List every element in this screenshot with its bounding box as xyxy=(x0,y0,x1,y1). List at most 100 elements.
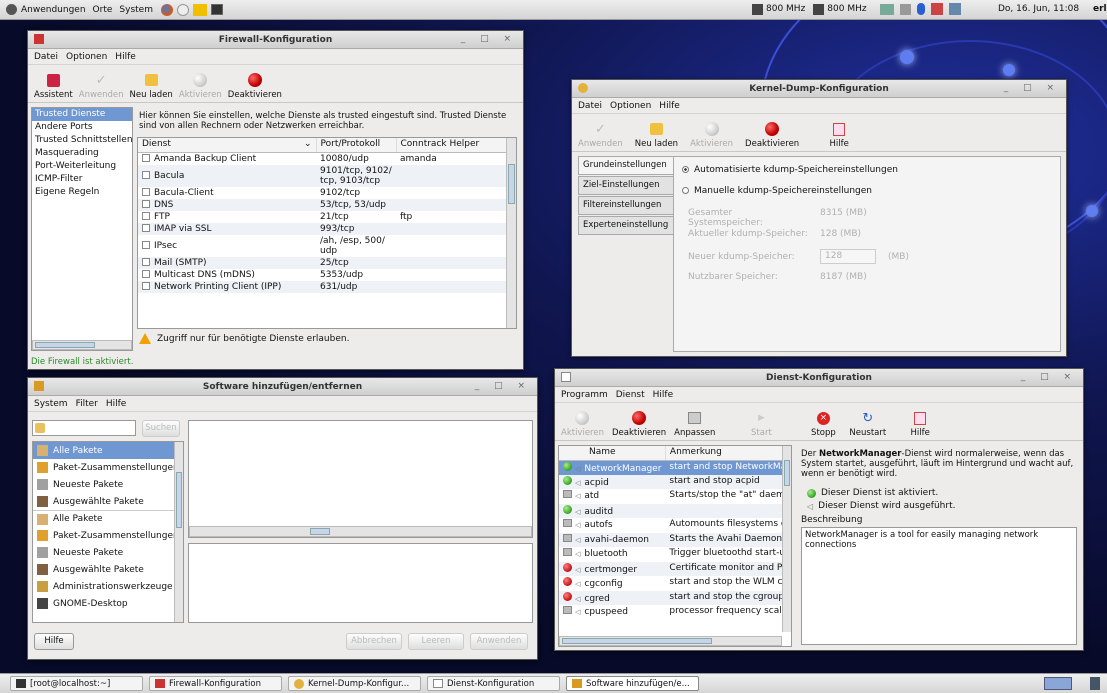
package-group-item[interactable]: Ausgewählte Pakete xyxy=(33,561,183,578)
service-name-cell[interactable]: Bacula-Client xyxy=(138,187,316,199)
editor-icon[interactable] xyxy=(192,3,207,16)
apply-button[interactable]: ✓ Anwenden xyxy=(79,72,124,101)
package-group-item[interactable]: Ausgewählte Pakete xyxy=(33,493,183,510)
cancel-button[interactable]: Abbrechen xyxy=(346,633,402,650)
service-checkbox[interactable] xyxy=(142,258,150,266)
window-controls[interactable]: _ □ × xyxy=(475,381,531,391)
table-row[interactable]: Bacula-Client 9102/tcp xyxy=(138,187,516,199)
service-name-cell[interactable]: Network Printing Client (IPP) xyxy=(138,281,316,293)
column-note[interactable]: Anmerkung xyxy=(665,446,791,461)
table-row[interactable]: Network Printing Client (IPP) 631/udp xyxy=(138,280,516,293)
table-row[interactable]: Bacula 9101/tcp, 9102/ tcp, 9103/tcp xyxy=(138,164,516,187)
service-checkbox[interactable] xyxy=(142,241,150,249)
menu-system[interactable]: System xyxy=(34,399,68,409)
service-row[interactable]: ◁ acpid start and stop acpid xyxy=(559,474,791,489)
service-name-cell[interactable]: Mail (SMTP) xyxy=(138,257,316,269)
service-row[interactable]: ◁ bluetooth Trigger bluetoothd start-u xyxy=(559,547,791,562)
disable-button[interactable]: Deaktivieren xyxy=(745,121,799,149)
taskbar-firewall[interactable]: Firewall-Konfiguration xyxy=(149,676,282,691)
evolution-icon[interactable] xyxy=(176,3,189,16)
service-row[interactable]: ◁ auditd xyxy=(559,503,791,519)
services-vscrollbar[interactable] xyxy=(506,138,516,328)
window-controls[interactable]: _ □ × xyxy=(1021,372,1077,382)
menu-datei[interactable]: Datei xyxy=(578,101,602,111)
enable-button[interactable]: Aktivieren xyxy=(561,410,604,438)
service-row[interactable]: ◁ atd Starts/stop the "at" daemc xyxy=(559,489,791,504)
menu-hilfe[interactable]: Hilfe xyxy=(106,399,126,409)
service-name-cell[interactable]: ◁ auditd xyxy=(559,504,665,519)
window-controls[interactable]: _ □ × xyxy=(1004,83,1060,93)
column-helper[interactable]: Conntrack Helper xyxy=(396,138,516,153)
groups-vscrollbar[interactable] xyxy=(174,442,183,622)
reload-button[interactable]: Neu laden xyxy=(635,121,678,149)
package-group-item[interactable]: Administrationswerkzeuge xyxy=(33,578,183,595)
table-row[interactable]: Mail (SMTP) 25/tcp xyxy=(138,256,516,269)
help-button[interactable]: Hilfe xyxy=(821,121,857,149)
trash-icon[interactable] xyxy=(1090,677,1100,690)
column-dienst[interactable]: Dienst ⌄ xyxy=(138,138,317,153)
panel-user[interactable]: erl xyxy=(1093,4,1107,14)
disable-button[interactable]: Deaktivieren xyxy=(612,410,666,438)
apply-button[interactable]: ✓ Anwenden xyxy=(578,121,623,150)
service-checkbox[interactable] xyxy=(142,188,150,196)
start-button[interactable]: ▶ Start xyxy=(743,410,779,438)
update-icon[interactable] xyxy=(930,3,943,15)
menu-hilfe[interactable]: Hilfe xyxy=(653,390,673,400)
service-row[interactable]: ◁ NetworkManager start and stop NetworkMa xyxy=(559,460,791,475)
bluetooth-icon[interactable] xyxy=(916,3,925,15)
package-group-item[interactable]: Alle Pakete xyxy=(33,510,183,527)
table-row[interactable]: DNS 53/tcp, 53/udp xyxy=(138,198,516,211)
table-row[interactable]: IPsec/ah, /esp, 500/ udp xyxy=(138,235,516,257)
menu-datei[interactable]: Datei xyxy=(34,52,58,62)
service-name-cell[interactable]: ◁ cgred xyxy=(559,591,665,606)
sidebar-item-icmp-filter[interactable]: ICMP-Filter xyxy=(32,173,132,186)
customize-button[interactable]: Anpassen xyxy=(674,410,715,438)
gnome-foot-icon[interactable] xyxy=(6,4,17,15)
menu-dienst[interactable]: Dienst xyxy=(616,390,645,400)
service-checkbox[interactable] xyxy=(142,200,150,208)
package-group-item[interactable]: Neueste Pakete xyxy=(33,476,183,493)
taskbar-terminal[interactable]: [root@localhost:~] xyxy=(10,676,143,691)
column-name[interactable]: Name xyxy=(559,446,666,461)
service-name-cell[interactable]: ◁ cpuspeed xyxy=(559,605,665,620)
service-row[interactable]: ◁ cpuspeed processor frequency scalir xyxy=(559,605,791,620)
software-titlebar[interactable]: Software hinzufügen/entfernen _ □ × xyxy=(28,378,537,396)
sidebar-item-custom-rules[interactable]: Eigene Regeln xyxy=(32,186,132,199)
service-name-cell[interactable]: FTP xyxy=(138,211,316,223)
sidebar-item-masquerading[interactable]: Masquerading xyxy=(32,147,132,160)
service-row[interactable]: ◁ avahi-daemon Starts the Avahi Daemon xyxy=(559,532,791,547)
search-input[interactable] xyxy=(32,420,136,436)
sidebar-item-other-ports[interactable]: Andere Ports xyxy=(32,121,132,134)
tab-grundeinstellungen[interactable]: Grundeinstellungen xyxy=(578,156,674,175)
service-checkbox[interactable] xyxy=(142,270,150,278)
reload-button[interactable]: Neu laden xyxy=(130,72,173,100)
disable-button[interactable]: Deaktivieren xyxy=(228,72,282,100)
workspace-switcher[interactable] xyxy=(1044,677,1072,690)
package-group-item[interactable]: GNOME-Desktop xyxy=(33,595,183,612)
clear-button[interactable]: Leeren xyxy=(408,633,464,650)
service-checkbox[interactable] xyxy=(142,171,150,179)
panel-clock[interactable]: Do, 16. Jun, 11:08 xyxy=(998,4,1079,14)
service-name-cell[interactable]: Amanda Backup Client xyxy=(138,152,316,165)
window-controls[interactable]: _ □ × xyxy=(461,34,517,44)
terminal-icon[interactable] xyxy=(210,4,223,15)
stop-button[interactable]: × Stopp xyxy=(805,410,841,438)
menu-optionen[interactable]: Optionen xyxy=(66,52,107,62)
services-vscrollbar[interactable] xyxy=(782,446,791,632)
help-button[interactable]: Hilfe xyxy=(34,633,74,650)
package-group-item[interactable]: Paket-Zusammenstellungen xyxy=(33,459,183,476)
service-name-cell[interactable]: ◁ autofs xyxy=(559,518,665,533)
service-row[interactable]: ◁ autofs Automounts filesystems o xyxy=(559,518,791,533)
package-group-item[interactable]: Paket-Zusammenstellungen xyxy=(33,527,183,544)
service-checkbox[interactable] xyxy=(142,154,150,162)
menu-hilfe[interactable]: Hilfe xyxy=(659,101,679,111)
taskbar-software[interactable]: Software hinzufügen/e... xyxy=(566,676,699,691)
radio-auto[interactable]: Automatisierte kdump-Speichereinstellung… xyxy=(682,165,898,175)
firewall-titlebar[interactable]: Firewall-Konfiguration _ □ × xyxy=(28,31,523,49)
table-row[interactable]: FTP 21/tcp ftp xyxy=(138,211,516,223)
menu-optionen[interactable]: Optionen xyxy=(610,101,651,111)
table-row[interactable]: Amanda Backup Client 10080/udp amanda xyxy=(138,152,516,165)
sidebar-item-trusted-interfaces[interactable]: Trusted Schnittstellen xyxy=(32,134,133,147)
network-icon[interactable] xyxy=(879,3,894,15)
table-row[interactable]: Multicast DNS (mDNS) 5353/udp xyxy=(138,269,516,281)
